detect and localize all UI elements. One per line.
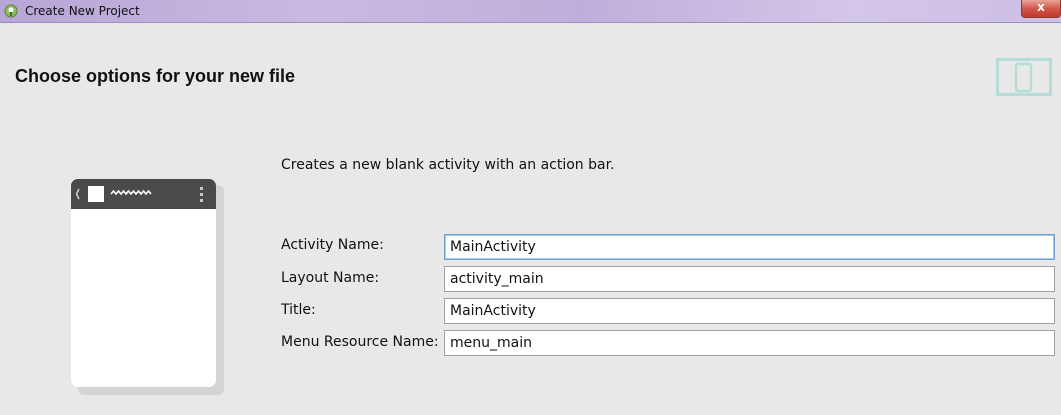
page-title: Choose options for your new file	[15, 66, 296, 86]
action-bar-preview	[71, 179, 216, 209]
close-button[interactable]: x	[1021, 0, 1061, 18]
android-studio-icon	[4, 4, 18, 18]
create-new-project-window: Create New Project x Choose options for …	[0, 0, 1061, 415]
app-icon-placeholder	[88, 186, 104, 202]
menu-resource-name-field[interactable]	[444, 330, 1055, 356]
menu-resource-name-label: Menu Resource Name:	[281, 334, 439, 350]
title-label: Title:	[281, 302, 316, 318]
layout-name-label: Layout Name:	[281, 270, 380, 286]
title-bar[interactable]: Create New Project x	[0, 0, 1061, 23]
main-content: Creates a new blank activity with an act…	[1, 115, 1060, 415]
title-field[interactable]	[444, 298, 1055, 324]
header-band: Choose options for your new file	[1, 23, 1060, 115]
action-bar-glyphs	[75, 186, 203, 202]
back-chevron-icon	[75, 188, 80, 200]
device-phone-icon	[996, 58, 1052, 96]
activity-name-field[interactable]	[444, 234, 1055, 260]
template-description: Creates a new blank activity with an act…	[281, 157, 615, 173]
blank-activity-preview	[71, 179, 216, 387]
overflow-menu-icon	[200, 187, 203, 202]
window-title: Create New Project	[25, 4, 140, 18]
activity-name-label: Activity Name:	[281, 237, 384, 253]
layout-name-field[interactable]	[444, 266, 1055, 292]
title-squiggle-icon	[110, 189, 152, 196]
